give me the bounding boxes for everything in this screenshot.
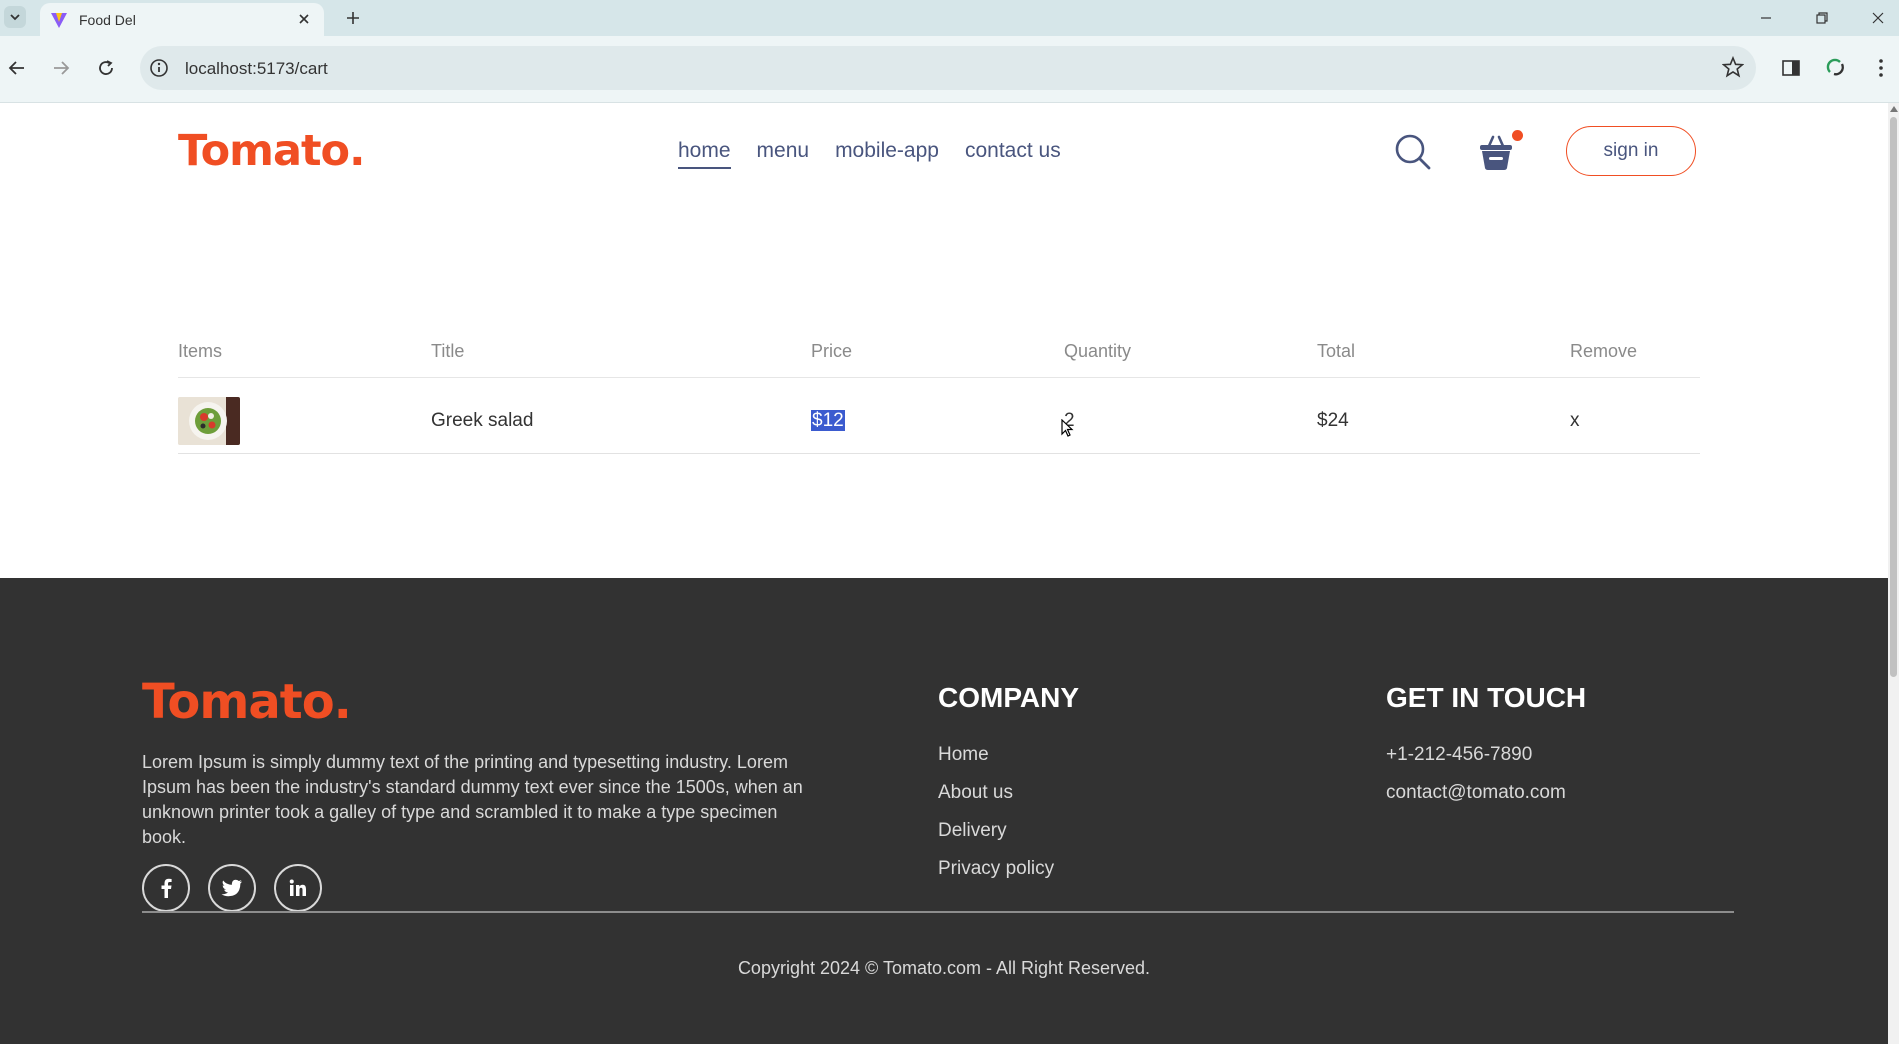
twitter-icon[interactable]	[208, 864, 256, 912]
page-scrollbar[interactable]	[1888, 103, 1899, 1044]
close-window-icon[interactable]	[1866, 6, 1890, 30]
restore-icon[interactable]	[1810, 6, 1834, 30]
site-logo[interactable]: Tomato.	[178, 126, 365, 176]
contact-heading: GET IN TOUCH	[1386, 682, 1587, 713]
forward-arrow-icon[interactable]	[44, 51, 78, 85]
contact-list: +1-212-456-7890 contact@tomato.com	[1386, 741, 1566, 817]
col-header-total: Total	[1317, 340, 1356, 361]
mouse-cursor-icon	[1061, 419, 1074, 437]
tab-search-button[interactable]	[4, 6, 26, 28]
tab-title: Food Del	[79, 12, 136, 28]
back-arrow-icon[interactable]	[0, 51, 34, 85]
divider	[178, 377, 1700, 378]
menu-item-contact-us[interactable]: contact us	[965, 139, 1061, 169]
col-header-remove: Remove	[1570, 340, 1638, 361]
footer-description: Lorem Ipsum is simply dummy text of the …	[142, 752, 803, 847]
item-total: $24	[1317, 410, 1349, 431]
cart-indicator-dot	[1512, 130, 1523, 141]
menu-item-mobile-app[interactable]: mobile-app	[835, 139, 939, 169]
side-panel-icon[interactable]	[1774, 51, 1808, 85]
bookmark-star-icon[interactable]	[1721, 55, 1745, 83]
vite-favicon-icon	[50, 11, 68, 34]
new-tab-plus-icon[interactable]	[342, 7, 364, 29]
scrollbar-thumb[interactable]	[1890, 117, 1897, 677]
browser-tab-strip: Food Del	[0, 0, 1899, 36]
sign-in-button[interactable]: sign in	[1566, 126, 1696, 176]
cart-row: Greek salad $12 2 $24 x	[178, 392, 1700, 450]
scroll-up-arrow-icon[interactable]	[1890, 106, 1898, 112]
site-footer: Tomato. Lorem Ipsum is simply dummy text…	[0, 578, 1888, 1044]
copyright-text: Copyright 2024 © Tomato.com - All Right …	[737, 958, 1151, 978]
chevron-down-icon	[10, 14, 20, 21]
footer-link-privacy-policy[interactable]: Privacy policy	[938, 855, 1054, 893]
kebab-menu-icon[interactable]	[1864, 51, 1898, 85]
main-menu: home menu mobile-app contact us	[678, 139, 1061, 169]
company-heading: COMPANY	[938, 682, 1080, 713]
item-title: Greek salad	[431, 410, 534, 431]
basket-button[interactable]	[1476, 130, 1523, 173]
item-price: $12	[811, 410, 845, 431]
url-text: localhost:5173/cart	[185, 59, 328, 78]
menu-item-menu[interactable]: menu	[757, 139, 810, 169]
contact-email: contact@tomato.com	[1386, 782, 1566, 803]
search-icon[interactable]	[1393, 132, 1433, 177]
basket-icon	[1480, 135, 1512, 170]
browser-tab[interactable]: Food Del	[40, 3, 324, 36]
col-header-items: Items	[178, 340, 223, 361]
footer-link-delivery[interactable]: Delivery	[938, 817, 1054, 855]
menu-item-home[interactable]: home	[678, 139, 731, 169]
company-links: Home About us Delivery Privacy policy	[938, 741, 1054, 893]
facebook-icon[interactable]	[142, 864, 190, 912]
footer-link-home[interactable]: Home	[938, 741, 1054, 779]
contact-phone: +1-212-456-7890	[1386, 744, 1533, 765]
site-info-icon[interactable]	[148, 57, 170, 84]
footer-logo: Tomato.	[142, 674, 352, 730]
reload-icon[interactable]	[89, 51, 123, 85]
col-header-title: Title	[431, 340, 465, 361]
greek-salad-image	[178, 397, 240, 445]
col-header-price: Price	[811, 340, 853, 361]
footer-divider	[142, 911, 1734, 913]
social-links	[142, 864, 322, 912]
cart-table-header: Items Title Price Quantity Total Remove	[178, 331, 1700, 371]
remove-item-button[interactable]: x	[1570, 410, 1700, 432]
address-bar[interactable]: localhost:5173/cart	[140, 46, 1756, 90]
divider	[178, 453, 1700, 454]
page-content: Tomato. home menu mobile-app contact us …	[0, 103, 1888, 1044]
footer-link-about-us[interactable]: About us	[938, 779, 1054, 817]
close-tab-icon[interactable]	[294, 9, 314, 29]
browser-toolbar: localhost:5173/cart	[0, 36, 1899, 103]
linkedin-icon[interactable]	[274, 864, 322, 912]
col-header-quantity: Quantity	[1064, 340, 1132, 361]
extension-icon[interactable]	[1819, 51, 1853, 85]
minimize-icon[interactable]	[1754, 6, 1778, 30]
